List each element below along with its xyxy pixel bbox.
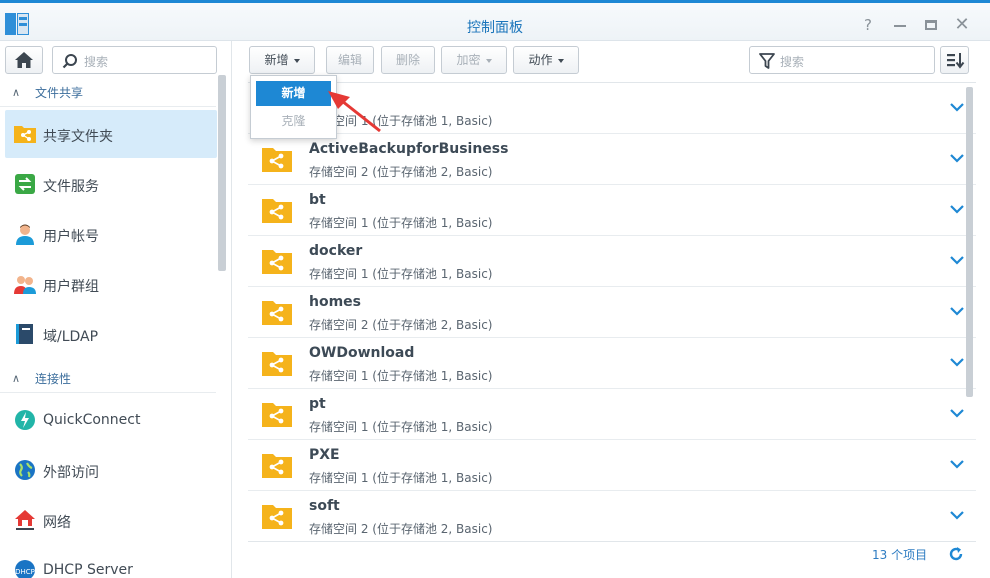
footer-divider: [248, 541, 976, 542]
caret-down-icon: [293, 58, 300, 63]
sidebar-search-placeholder: 搜索: [84, 55, 109, 69]
folder-location: 存储空间 2 (位于存储池 2, Basic): [309, 522, 493, 536]
search-icon: [62, 54, 77, 69]
title-bar: 控制面板 ? ✕: [0, 3, 990, 41]
sidebar-item-file-services[interactable]: 文件服务: [5, 160, 217, 208]
list-scrollbar[interactable]: [966, 87, 973, 397]
action-button[interactable]: 动作: [513, 46, 579, 74]
folder-name: docker: [309, 243, 363, 259]
shared-folder-list: 存储空间 1 (位于存储池 1, Basic) ActiveBackupforBu…: [248, 82, 976, 542]
caret-down-icon: [557, 58, 564, 63]
sidebar-item-dhcp-server[interactable]: DHCP DHCP Server: [5, 546, 217, 578]
sidebar-scrollbar[interactable]: [218, 75, 226, 271]
filter-icon: [759, 53, 775, 69]
folder-name: pt: [309, 396, 326, 412]
quickconnect-icon: [15, 410, 35, 430]
shared-folder-icon: [262, 403, 292, 427]
folder-name: OWDownload: [309, 345, 415, 361]
refresh-icon[interactable]: [948, 546, 964, 562]
chevron-down-icon[interactable]: [948, 151, 966, 165]
chevron-down-icon[interactable]: [948, 202, 966, 216]
edit-button[interactable]: 编辑: [326, 46, 374, 74]
folder-location: 存储空间 2 (位于存储池 2, Basic): [309, 165, 493, 179]
chevron-down-icon[interactable]: [948, 355, 966, 369]
folder-row[interactable]: PXE 存储空间 1 (位于存储池 1, Basic): [248, 440, 976, 491]
shared-folder-icon: [262, 454, 292, 478]
file-services-icon: [15, 174, 35, 194]
help-icon[interactable]: ?: [858, 15, 878, 35]
user-icon: [16, 224, 34, 245]
folder-location: 存储空间 1 (位于存储池 1, Basic): [309, 267, 493, 281]
shared-folder-icon: [262, 250, 292, 274]
sidebar-search-input[interactable]: 搜索: [52, 46, 217, 74]
sort-icon: [947, 53, 965, 69]
sort-button[interactable]: [940, 46, 969, 74]
item-count: 13 个项目: [872, 548, 928, 562]
svg-text:DHCP: DHCP: [15, 568, 35, 576]
sidebar: 搜索 ∧ 文件共享 共享文件夹 文件服务 用户帐号 用户群组 域/LDAP ∧ …: [0, 41, 232, 578]
chevron-down-icon[interactable]: [948, 406, 966, 420]
control-panel-window: 控制面板 ? ✕ 搜索 ∧ 文件共享 共享文件夹 文件服务 用户帐号 用户群组 …: [0, 0, 990, 578]
sidebar-item-external-access[interactable]: 外部访问: [5, 446, 217, 494]
folder-location: 存储空间 1 (位于存储池 1, Basic): [309, 420, 493, 434]
folder-name: soft: [309, 498, 340, 514]
filter-search-placeholder: 搜索: [780, 55, 805, 69]
sidebar-item-group[interactable]: 用户群组: [5, 260, 217, 308]
folder-row[interactable]: OWDownload 存储空间 1 (位于存储池 1, Basic): [248, 338, 976, 389]
folder-row[interactable]: homes 存储空间 2 (位于存储池 2, Basic): [248, 287, 976, 338]
chevron-down-icon[interactable]: [948, 253, 966, 267]
window-title: 控制面板: [467, 20, 523, 36]
folder-row[interactable]: pt 存储空间 1 (位于存储池 1, Basic): [248, 389, 976, 440]
delete-button[interactable]: 删除: [381, 46, 435, 74]
folder-row[interactable]: docker 存储空间 1 (位于存储池 1, Basic): [248, 236, 976, 287]
folder-row[interactable]: soft 存储空间 2 (位于存储池 2, Basic): [248, 491, 976, 542]
network-icon: [15, 510, 35, 530]
chevron-up-icon: ∧: [12, 372, 21, 385]
folder-name: bt: [309, 192, 326, 208]
shared-folder-icon: [14, 126, 36, 143]
chevron-down-icon[interactable]: [948, 508, 966, 522]
folder-name: homes: [309, 294, 362, 310]
dhcp-server-icon: DHCP: [15, 560, 35, 578]
group-icon: [14, 276, 36, 294]
shared-folder-icon: [262, 148, 292, 172]
chevron-down-icon[interactable]: [948, 457, 966, 471]
chevron-down-icon[interactable]: [948, 304, 966, 318]
section-header-connectivity[interactable]: ∧ 连接性: [0, 363, 216, 393]
section-header-file-sharing[interactable]: ∧ 文件共享: [0, 77, 216, 107]
sidebar-item-network[interactable]: 网络: [5, 496, 217, 544]
shared-folder-icon: [262, 199, 292, 223]
filter-search-input[interactable]: 搜索: [749, 46, 935, 74]
sidebar-item-user[interactable]: 用户帐号: [5, 210, 217, 258]
caret-down-icon: [485, 58, 492, 63]
folder-location: 存储空间 1 (位于存储池 1, Basic): [309, 369, 493, 383]
annotation-arrow-icon: [328, 91, 381, 133]
chevron-down-icon[interactable]: [948, 100, 966, 114]
home-icon: [15, 52, 33, 68]
sidebar-item-domain-ldap[interactable]: 域/LDAP: [5, 310, 217, 358]
folder-name: ActiveBackupforBusiness: [309, 141, 509, 157]
external-access-icon: [15, 460, 35, 480]
folder-location: 存储空间 1 (位于存储池 1, Basic): [309, 216, 493, 230]
sidebar-item-quickconnect[interactable]: QuickConnect: [5, 396, 217, 444]
folder-location: 存储空间 1 (位于存储池 1, Basic): [309, 471, 493, 485]
sidebar-item-shared-folder[interactable]: 共享文件夹: [5, 110, 217, 158]
folder-row[interactable]: ActiveBackupforBusiness 存储空间 2 (位于存储池 2, …: [248, 134, 976, 185]
folder-name: PXE: [309, 447, 340, 463]
maximize-icon[interactable]: [921, 15, 941, 35]
close-icon[interactable]: ✕: [952, 15, 972, 35]
chevron-up-icon: ∧: [12, 86, 21, 99]
minimize-icon[interactable]: [890, 15, 910, 35]
shared-folder-icon: [262, 301, 292, 325]
shared-folder-icon: [262, 352, 292, 376]
shared-folder-icon: [262, 505, 292, 529]
folder-location: 存储空间 2 (位于存储池 2, Basic): [309, 318, 493, 332]
domain-ldap-icon: [16, 324, 33, 344]
home-button[interactable]: [5, 46, 43, 74]
folder-row[interactable]: bt 存储空间 1 (位于存储池 1, Basic): [248, 185, 976, 236]
encrypt-button[interactable]: 加密: [441, 46, 507, 74]
create-button[interactable]: 新增: [249, 46, 315, 74]
